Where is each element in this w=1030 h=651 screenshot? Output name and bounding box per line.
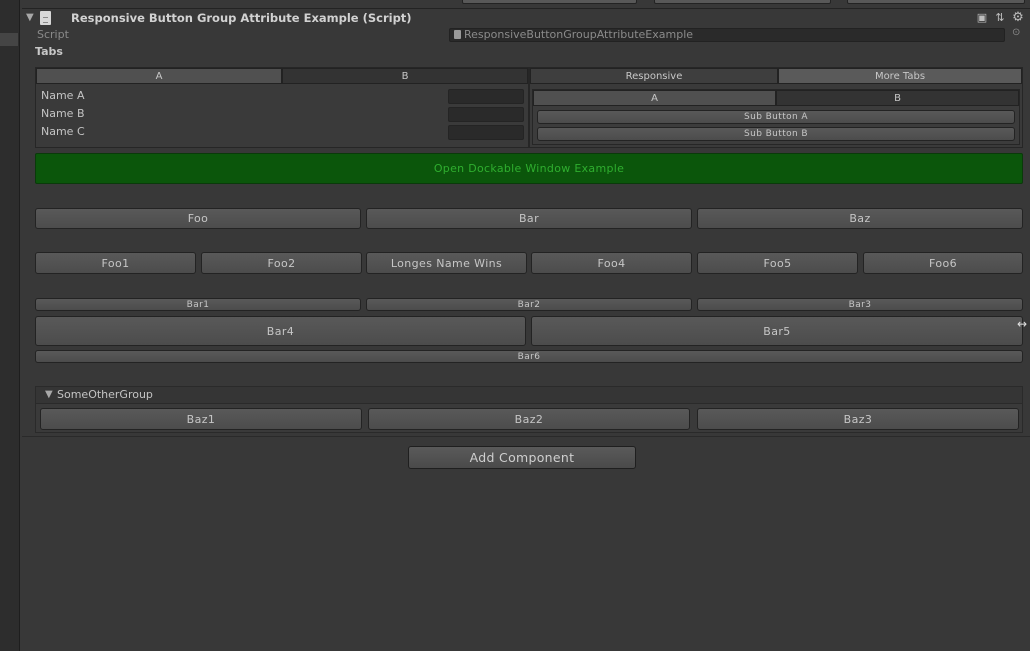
tab-a[interactable]: A bbox=[36, 68, 282, 84]
group-fold-arrow-icon[interactable]: ▼ bbox=[45, 389, 53, 400]
sub-tab-a[interactable]: A bbox=[533, 90, 776, 106]
name-b-field[interactable] bbox=[448, 107, 524, 122]
tab-b[interactable]: B bbox=[282, 68, 528, 84]
name-c-field[interactable] bbox=[448, 125, 524, 140]
some-other-group-title: SomeOtherGroup bbox=[57, 388, 153, 401]
script-object-field[interactable]: ResponsiveButtonGroupAttributeExample bbox=[449, 28, 1005, 42]
baz-button[interactable]: Baz bbox=[697, 208, 1023, 229]
add-component-button[interactable]: Add Component bbox=[408, 446, 636, 469]
foo1-button[interactable]: Foo1 bbox=[35, 252, 196, 274]
script-value: ResponsiveButtonGroupAttributeExample bbox=[464, 28, 694, 41]
bar6-button[interactable]: Bar6 bbox=[35, 350, 1023, 363]
foo2-button[interactable]: Foo2 bbox=[201, 252, 362, 274]
name-a-field[interactable] bbox=[448, 89, 524, 104]
tab-responsive[interactable]: Responsive bbox=[530, 68, 778, 84]
baz1-button[interactable]: Baz1 bbox=[40, 408, 362, 430]
presets-icon[interactable]: ⇅ bbox=[994, 12, 1006, 24]
object-picker-icon[interactable]: ⊙ bbox=[1012, 27, 1020, 38]
foo5-button[interactable]: Foo5 bbox=[697, 252, 858, 274]
bar1-button[interactable]: Bar1 bbox=[35, 298, 361, 311]
script-label: Script bbox=[37, 28, 69, 41]
some-other-group-header[interactable] bbox=[36, 387, 1022, 404]
book-icon[interactable]: ▣ bbox=[976, 12, 988, 24]
foo4-button[interactable]: Foo4 bbox=[531, 252, 692, 274]
top-field-3[interactable] bbox=[847, 0, 1025, 4]
header-divider bbox=[22, 8, 1030, 9]
bar2-button[interactable]: Bar2 bbox=[366, 298, 692, 311]
fold-arrow-icon[interactable]: ▼ bbox=[26, 12, 34, 23]
tabs-section-label: Tabs bbox=[35, 45, 63, 58]
gear-icon[interactable]: ⚙ bbox=[1012, 11, 1024, 24]
sub-button-b[interactable]: Sub Button B bbox=[537, 127, 1015, 141]
tab-more-tabs[interactable]: More Tabs bbox=[778, 68, 1022, 84]
name-c-label: Name C bbox=[41, 125, 85, 138]
baz3-button[interactable]: Baz3 bbox=[697, 408, 1019, 430]
bar4-button[interactable]: Bar4 bbox=[35, 316, 526, 346]
name-a-label: Name A bbox=[41, 89, 85, 102]
foo-button[interactable]: Foo bbox=[35, 208, 361, 229]
bar3-button[interactable]: Bar3 bbox=[697, 298, 1023, 311]
name-b-label: Name B bbox=[41, 107, 85, 120]
sub-button-a[interactable]: Sub Button A bbox=[537, 110, 1015, 124]
longes-name-wins-button[interactable]: Longes Name Wins bbox=[366, 252, 527, 274]
open-dockable-window-button[interactable]: Open Dockable Window Example bbox=[35, 153, 1023, 184]
script-file-icon bbox=[454, 30, 461, 39]
left-panel-strip bbox=[0, 0, 20, 651]
component-bottom-divider bbox=[22, 436, 1030, 437]
foo6-button[interactable]: Foo6 bbox=[863, 252, 1023, 274]
bar5-button[interactable]: Bar5 bbox=[531, 316, 1023, 346]
sub-tab-b[interactable]: B bbox=[776, 90, 1019, 106]
left-panel-selection bbox=[0, 33, 18, 46]
bar-button[interactable]: Bar bbox=[366, 208, 692, 229]
top-field-2[interactable] bbox=[654, 0, 831, 4]
resize-cursor-icon: ↔ bbox=[1017, 317, 1028, 331]
top-field-1[interactable] bbox=[462, 0, 637, 4]
script-file-icon bbox=[40, 11, 51, 25]
baz2-button[interactable]: Baz2 bbox=[368, 408, 690, 430]
component-title[interactable]: Responsive Button Group Attribute Exampl… bbox=[71, 11, 412, 25]
